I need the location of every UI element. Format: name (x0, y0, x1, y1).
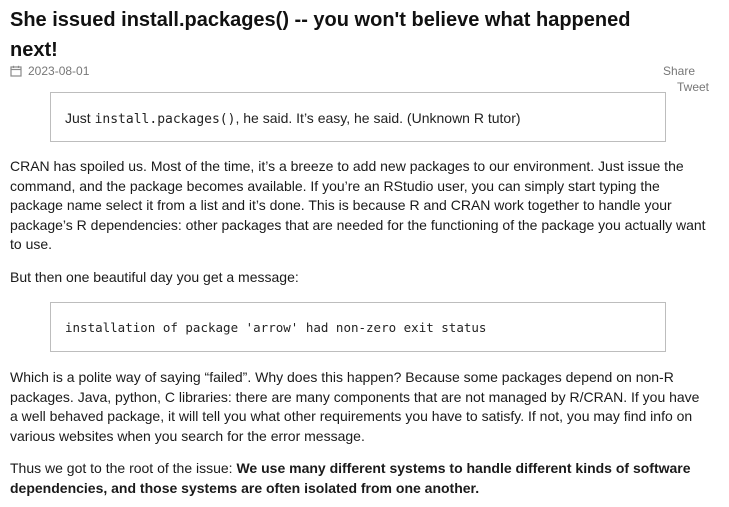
conclusion-prefix: Thus we got to the root of the issue: (10, 460, 237, 476)
code-block-text: installation of package 'arrow' had non-… (65, 320, 487, 335)
quote-text: Just install.packages(), he said. It’s e… (65, 109, 521, 129)
paragraph-message: But then one beautiful day you get a mes… (10, 269, 299, 285)
post-title: She issued install.packages() -- you won… (10, 9, 631, 61)
paragraph-explanation: Which is a polite way of saying “failed”… (10, 369, 700, 444)
quote-box: Just install.packages(), he said. It’s e… (50, 92, 666, 142)
share-link[interactable]: Share (663, 64, 695, 78)
quote-prefix: Just (65, 110, 95, 126)
post-date: 2023-08-01 (28, 64, 90, 78)
quote-code: install.packages() (94, 112, 236, 127)
calendar-icon (10, 65, 22, 77)
code-block: installation of package 'arrow' had non-… (50, 302, 666, 352)
tweet-link[interactable]: Tweet (677, 80, 709, 94)
paragraph-intro: CRAN has spoiled us. Most of the time, i… (10, 158, 706, 252)
quote-suffix: , he said. It’s easy, he said. (Unknown … (235, 110, 521, 126)
post-meta: 2023-08-01 (10, 64, 89, 78)
paragraph-conclusion: Thus we got to the root of the issue: We… (10, 459, 710, 498)
